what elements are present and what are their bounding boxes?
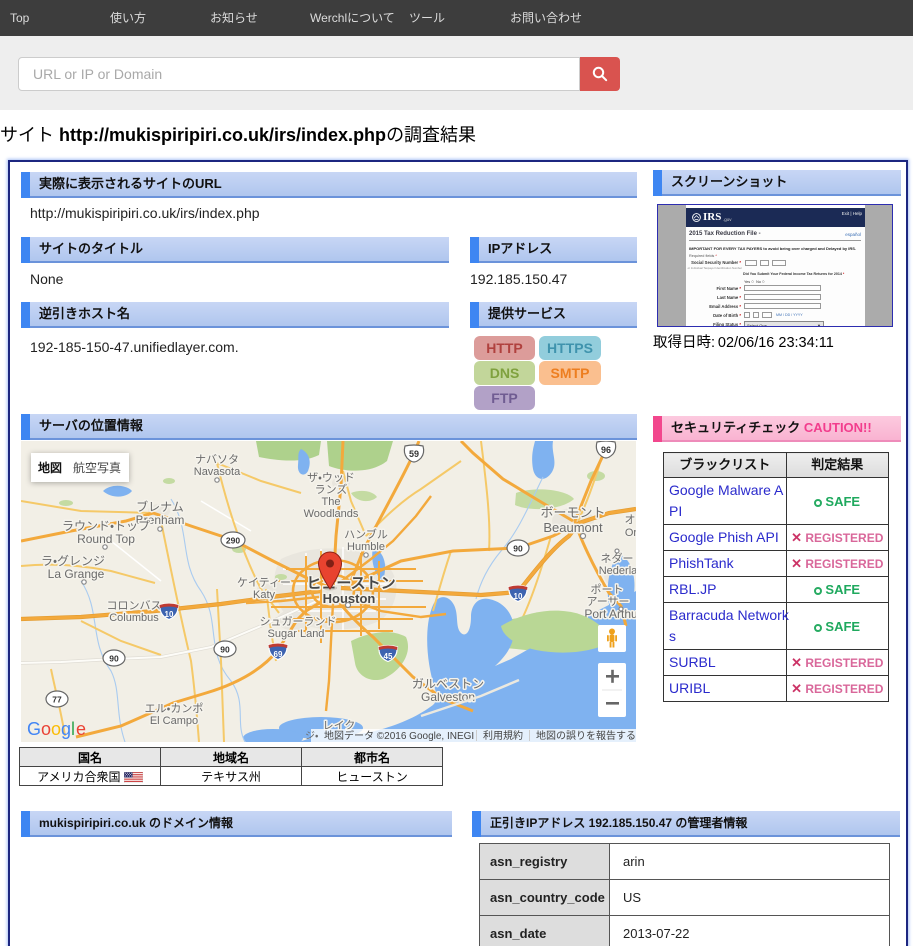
svg-text:G: G [27, 719, 41, 739]
svg-text:Sugar Land: Sugar Land [268, 628, 325, 640]
svg-text:ザ・ウッド: ザ・ウッド [307, 471, 355, 484]
svg-text:Katy: Katy [253, 589, 276, 601]
svg-text:69: 69 [274, 650, 283, 659]
svg-text:Port Arthur: Port Arthur [584, 607, 636, 621]
svg-text:ブレナム: ブレナム [136, 499, 184, 514]
svg-text:o: o [51, 719, 61, 739]
svg-text:ラウンド・トップ: ラウンド・トップ [62, 519, 150, 533]
svg-text:Round Top: Round Top [77, 532, 135, 546]
svg-text:コロンバス: コロンバス [107, 599, 162, 612]
svg-text:10: 10 [514, 592, 523, 601]
svg-text:ポート: ポート [591, 583, 624, 596]
svg-text:ハンブル: ハンブル [344, 527, 388, 541]
svg-text:ボーモント: ボーモント [540, 505, 605, 520]
svg-text:45: 45 [384, 652, 393, 661]
svg-text:利用規約: 利用規約 [483, 729, 523, 742]
svg-text:96: 96 [601, 445, 611, 455]
svg-text:Beaumont: Beaumont [543, 520, 603, 535]
svg-text:Humble: Humble [347, 541, 385, 553]
svg-text:Columbus: Columbus [109, 612, 159, 624]
svg-text:航空写真: 航空写真 [73, 461, 121, 475]
svg-text:Navasota: Navasota [194, 466, 241, 478]
svg-text:ランズ: ランズ [315, 482, 348, 496]
svg-text:ガルベストン: ガルベストン [412, 677, 484, 691]
svg-text:Or: Or [625, 527, 636, 539]
svg-text:g: g [61, 719, 71, 739]
svg-text:290: 290 [226, 536, 240, 546]
svg-text:e: e [76, 719, 86, 739]
svg-text:Nederla: Nederla [599, 565, 636, 577]
svg-text:o: o [41, 719, 51, 739]
svg-text:77: 77 [52, 695, 62, 705]
svg-text:ジ・: ジ・ [305, 731, 318, 742]
svg-text:90: 90 [220, 645, 230, 655]
svg-text:ヒューストン: ヒューストン [306, 575, 395, 592]
svg-text:l: l [71, 719, 75, 739]
svg-text:Woodlands: Woodlands [304, 508, 359, 520]
svg-text:地図の誤りを報告する: 地図の誤りを報告する [536, 729, 636, 742]
svg-text:La Grange: La Grange [48, 567, 105, 581]
svg-text:シュガーランド: シュガーランド [260, 615, 337, 628]
svg-text:El Campo: El Campo [150, 715, 198, 727]
svg-text:10: 10 [165, 610, 174, 619]
svg-text:ケイティー: ケイティー [237, 576, 291, 589]
svg-text:エル・カンポ: エル・カンポ [145, 702, 204, 715]
svg-text:地図データ ©2016 Google, INEGI: 地図データ ©2016 Google, INEGI [324, 729, 474, 742]
svg-text:ナバソタ: ナバソタ [195, 453, 239, 466]
svg-text:地図: 地図 [38, 460, 62, 475]
svg-text:59: 59 [409, 449, 419, 459]
svg-text:ラ・グレンジ: ラ・グレンジ [41, 554, 105, 568]
svg-text:The: The [322, 496, 341, 508]
svg-text:90: 90 [109, 654, 119, 664]
svg-text:オ: オ [625, 513, 636, 526]
svg-text:90: 90 [513, 544, 523, 554]
